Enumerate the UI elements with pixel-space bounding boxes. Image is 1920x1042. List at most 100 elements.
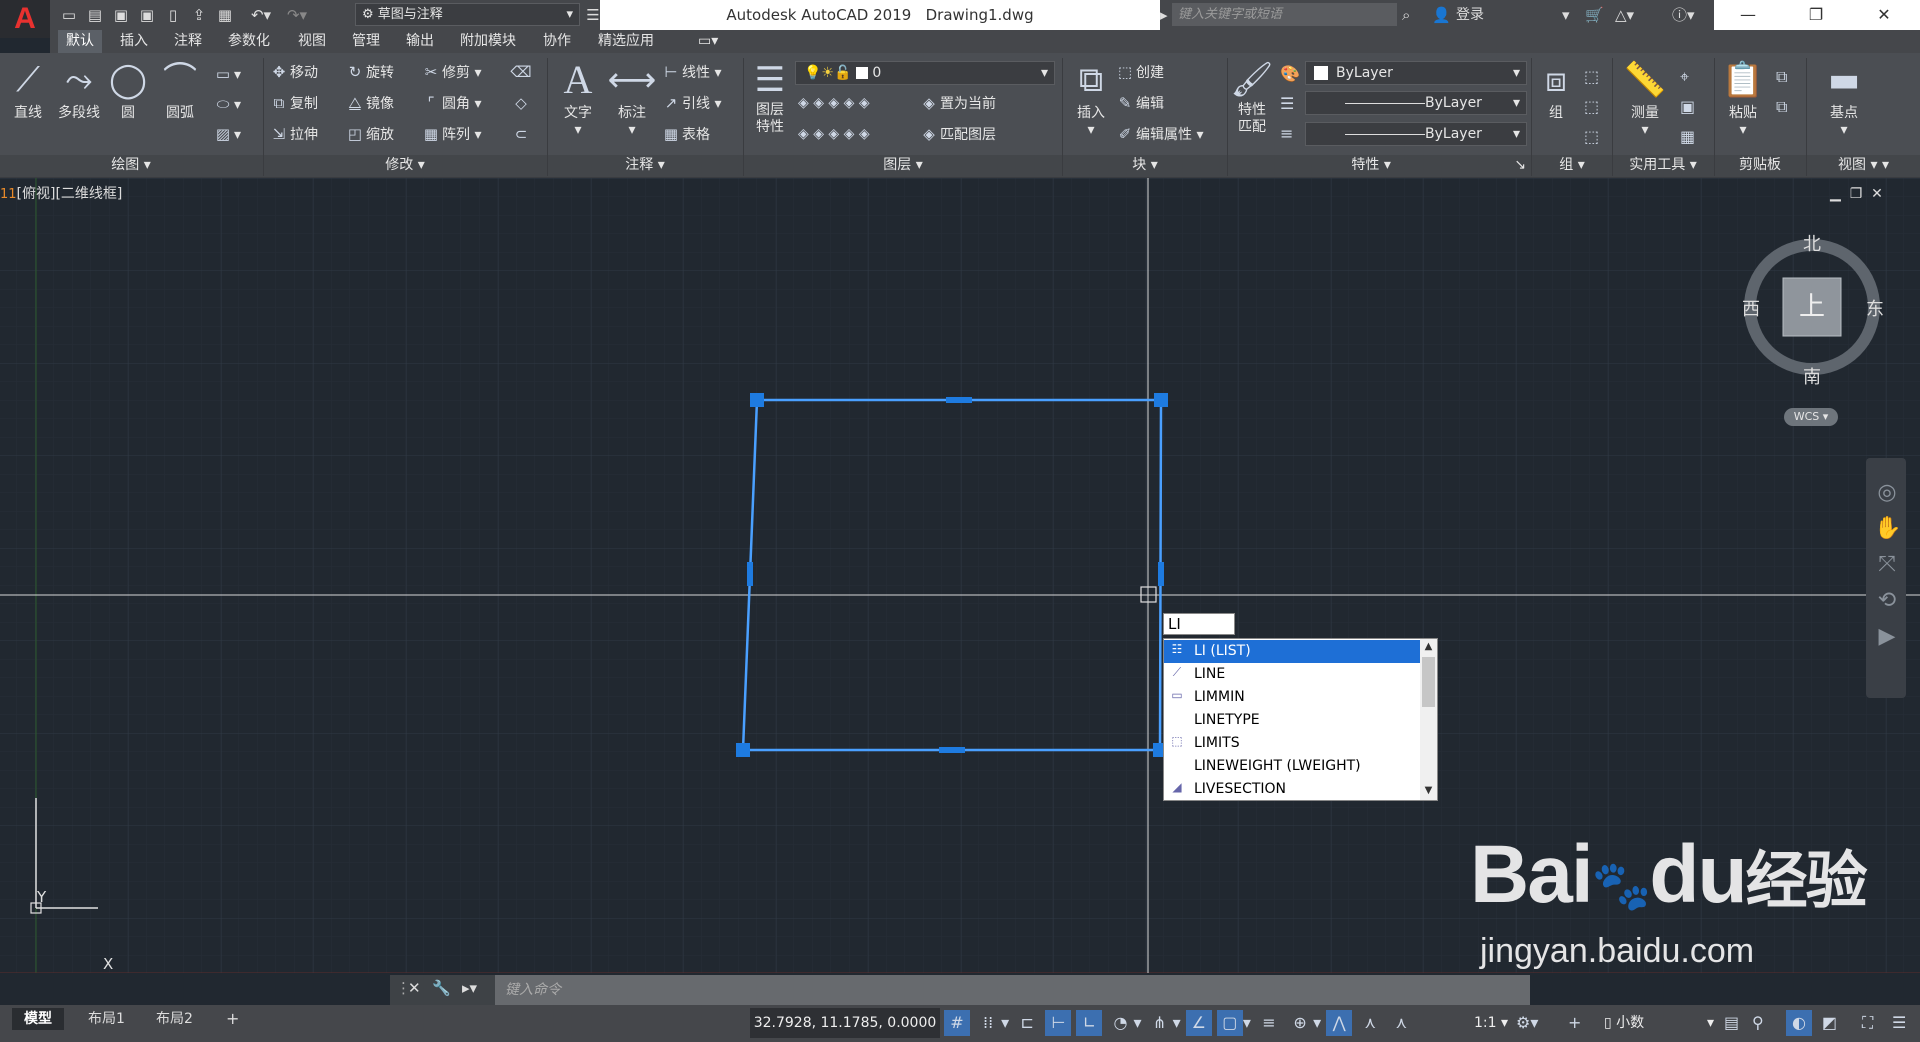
modify-panel-label[interactable]: 修改 ▾ [264,155,546,175]
redo-icon[interactable]: ↷▾ [282,4,312,26]
annotation-monitor-icon[interactable]: + [1568,1010,1581,1036]
insert-block-button[interactable]: ⧉ 插入 ▾ [1066,58,1116,138]
scroll-down-icon[interactable]: ▼ [1420,783,1437,799]
clean-screen-icon[interactable]: ⛶ [1862,1010,1873,1036]
save-as-icon[interactable]: ▣ [136,4,158,26]
tab-manage[interactable]: 管理 [344,30,388,53]
tab-parametric[interactable]: 参数化 [220,30,278,53]
lineweight-dropdown[interactable]: ByLayer ▾ [1305,122,1527,146]
autocomplete-item[interactable]: ◢ LIVESECTION [1164,778,1422,801]
match-layer-button[interactable]: ◈ 匹配图层 [918,122,996,146]
autocomplete-item[interactable]: ⬚ LIMITS [1164,732,1422,755]
quick-properties-icon[interactable]: ▤ [1724,1010,1739,1036]
properties-panel-label[interactable]: 特性 ▾ ↘ [1228,155,1530,175]
line-button[interactable]: ⟋ 直线 [6,58,50,122]
workspace-dropdown[interactable]: ⚙ 草图与注释 ▾ [355,3,580,26]
navbar-tools[interactable]: ◎ ✋ ⤧ ⟲ ▶ [1874,475,1901,655]
customization-icon[interactable]: ☰ [1892,1010,1906,1036]
selection-cycle-icon[interactable]: ⋀ [1326,1010,1353,1036]
signin-dropdown-icon[interactable]: ▾ [1562,4,1570,26]
restore-icon[interactable]: ❐ [1782,0,1850,30]
isodraft-icon[interactable]: ⋔ [1147,1010,1173,1036]
paste-button[interactable]: 📋 粘贴 ▾ [1718,58,1768,138]
dynamic-input-field[interactable]: LI [1163,613,1235,635]
utilities-panel-label[interactable]: 实用工具 ▾ [1613,155,1713,175]
compass-west[interactable]: 西 [1742,295,1760,321]
isolate-objects-icon[interactable]: ◐ [1786,1010,1812,1036]
tab-layout2[interactable]: 布局2 [144,1008,205,1030]
units-dropdown[interactable]: ▯ 小数 ▾ [1604,1010,1714,1036]
tab-addins[interactable]: 附加模块 [452,30,524,53]
orbit-icon[interactable]: ⟲ [1874,583,1900,619]
annotation-panel-label[interactable]: 注释 ▾ [548,155,742,175]
groups-panel-label[interactable]: 组 ▾ [1532,155,1612,175]
measure-button[interactable]: 📏 测量 ▾ [1620,58,1670,138]
copy-clip-icon[interactable]: ⧉ ⧉ [1776,62,1787,122]
color-wheel-icon[interactable]: 🎨 [1280,64,1300,83]
viewcube-top-face[interactable]: 上 [1783,278,1841,336]
viewport-close-icon[interactable]: ✕ [1871,186,1883,202]
grid-icon[interactable]: # [944,1010,970,1036]
help-icon[interactable]: ⓘ▾ [1672,4,1695,26]
grip-vertex[interactable] [750,393,764,407]
lineweight-toggle-icon[interactable]: ≡ [1256,1010,1282,1036]
new-file-icon[interactable]: ▭ [58,4,80,26]
rectangle-button[interactable]: ▭ ▾ [212,62,241,86]
autocomplete-item[interactable]: ▭ LIMMIN [1164,686,1422,709]
erase-button[interactable]: ⌫ [510,60,532,84]
user-icon[interactable]: 👤 [1432,4,1451,26]
tab-output[interactable]: 输出 [398,30,442,53]
array-button[interactable]: ▦ 阵列 ▾ [420,122,482,146]
linetype-icon[interactable]: ≡ [1280,124,1293,143]
minimize-icon[interactable]: — [1714,0,1782,30]
base-view-button[interactable]: ▬ 基点 ▾ [1816,58,1872,138]
tab-view[interactable]: 视图 [290,30,334,53]
tab-model[interactable]: 模型 [12,1008,64,1030]
viewport-restore-icon[interactable]: ❐ [1850,186,1863,202]
layer-tools-row1[interactable]: ◈ ◈ ◈ ◈ ◈ [798,91,870,115]
linear-dim-button[interactable]: ⊢ 线性 ▾ [660,60,721,84]
leader-button[interactable]: ↗ 引线 ▾ [660,91,722,115]
autocomplete-item[interactable]: LINEWEIGHT (LWEIGHT) [1164,755,1422,778]
command-input[interactable]: 键入命令 [495,975,1530,1005]
offset-button[interactable]: ⊂ [510,122,532,146]
binoculars-icon[interactable]: ⌕ [1402,4,1410,26]
layer-dropdown[interactable]: 💡☀🔓 0 ▾ [795,61,1055,85]
polyline-button[interactable]: ⤳ 多段线 [52,58,106,122]
tab-insert[interactable]: 插入 [112,30,156,53]
arc-button[interactable]: ⌒ 圆弧 [158,58,202,122]
grip-midpoint[interactable] [939,747,965,753]
add-layout-icon[interactable]: + [214,1008,251,1030]
compass-east[interactable]: 东 [1866,295,1884,321]
viewport-label[interactable]: [俯视][二维线框] [17,186,123,202]
annotation-scale-dropdown[interactable]: 1:1 ▾ [1474,1010,1508,1036]
set-current-button[interactable]: ◈ 置为当前 [918,91,996,115]
autocomplete-item[interactable]: ☷ LI (LIST) [1164,640,1422,663]
viewport-controls[interactable]: 11[俯视][二维线框] [0,183,122,203]
ellipse-button[interactable]: ⬭ ▾ [212,92,241,116]
annotation-scale-icon[interactable]: ⋏ [1388,1010,1414,1036]
grip-midpoint[interactable] [1158,562,1164,586]
plot-icon[interactable]: ▦ [214,4,236,26]
edit-attributes-button[interactable]: ✐ 编辑属性 ▾ [1114,122,1204,146]
cmdline-close-icon[interactable]: ✕ [408,979,421,997]
lineweight-icon[interactable]: ☰ [1280,94,1294,113]
search-input[interactable]: 键入关键字或短语 [1172,3,1397,26]
a360-icon[interactable]: △▾ [1615,4,1634,26]
compass-north[interactable]: 北 [1803,230,1821,256]
polar-icon[interactable]: ◔ [1108,1010,1134,1036]
export-icon[interactable]: ▯ [162,4,184,26]
graphics-perf-icon[interactable]: ◩ [1822,1010,1837,1036]
group-tools-icon[interactable]: ⬚ ⬚ ⬚ [1584,62,1599,152]
showmotion-icon[interactable]: ▶ [1874,619,1900,655]
draw-panel-label[interactable]: 绘图 ▾ [0,155,262,175]
app-logo[interactable]: A [0,0,50,38]
stretch-button[interactable]: ⇲ 拉伸 [268,122,318,146]
autocomplete-scrollbar[interactable]: ▲ ▼ [1420,639,1437,800]
annotation-visibility-icon[interactable]: ⋏ [1357,1010,1383,1036]
snap-icon[interactable]: ⁞⁞ [975,1010,1001,1036]
utility-tools-icon[interactable]: ⌖ ▣ ▦ [1680,62,1695,152]
undo-icon[interactable]: ↶▾ [246,4,276,26]
tab-featured-apps[interactable]: 精选应用 [590,30,662,53]
tab-home[interactable]: 默认 [58,30,102,53]
